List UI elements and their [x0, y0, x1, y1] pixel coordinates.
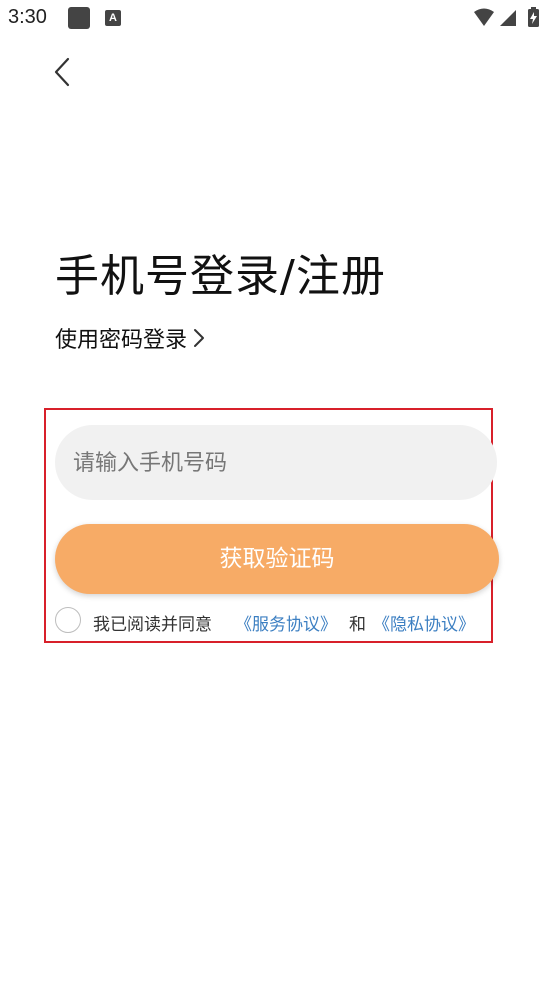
password-login-link[interactable]: 使用密码登录 — [55, 322, 205, 355]
password-login-label: 使用密码登录 — [55, 328, 188, 353]
status-right-icons — [472, 6, 546, 30]
chevron-right-icon — [193, 327, 205, 355]
app-icon — [68, 7, 90, 29]
agreement-text: 我已阅读并同意 — [93, 615, 212, 635]
a-icon: A — [105, 10, 121, 26]
phone-input[interactable] — [71, 425, 485, 502]
phone-input-container — [55, 425, 497, 502]
status-time: 3:30 — [8, 6, 47, 28]
status-bar: 3:30 A — [0, 0, 554, 36]
battery-icon — [528, 7, 539, 27]
status-icons-group — [474, 7, 539, 27]
chevron-left-icon — [54, 57, 70, 87]
agreement-checkbox[interactable] — [55, 607, 81, 633]
get-code-button[interactable]: 获取验证码 — [55, 524, 499, 594]
privacy-agreement-link[interactable]: 《隐私协议》 — [373, 610, 475, 635]
agreement-row: 我已阅读并同意 《服务协议》 和 《隐私协议》 — [55, 606, 495, 636]
wifi-icon — [474, 8, 494, 26]
and-text: 和 — [349, 615, 366, 635]
back-button[interactable] — [44, 52, 80, 92]
signal-icon — [500, 10, 516, 26]
service-agreement-link[interactable]: 《服务协议》 — [235, 610, 337, 635]
page-title: 手机号登录/注册 — [55, 251, 386, 302]
